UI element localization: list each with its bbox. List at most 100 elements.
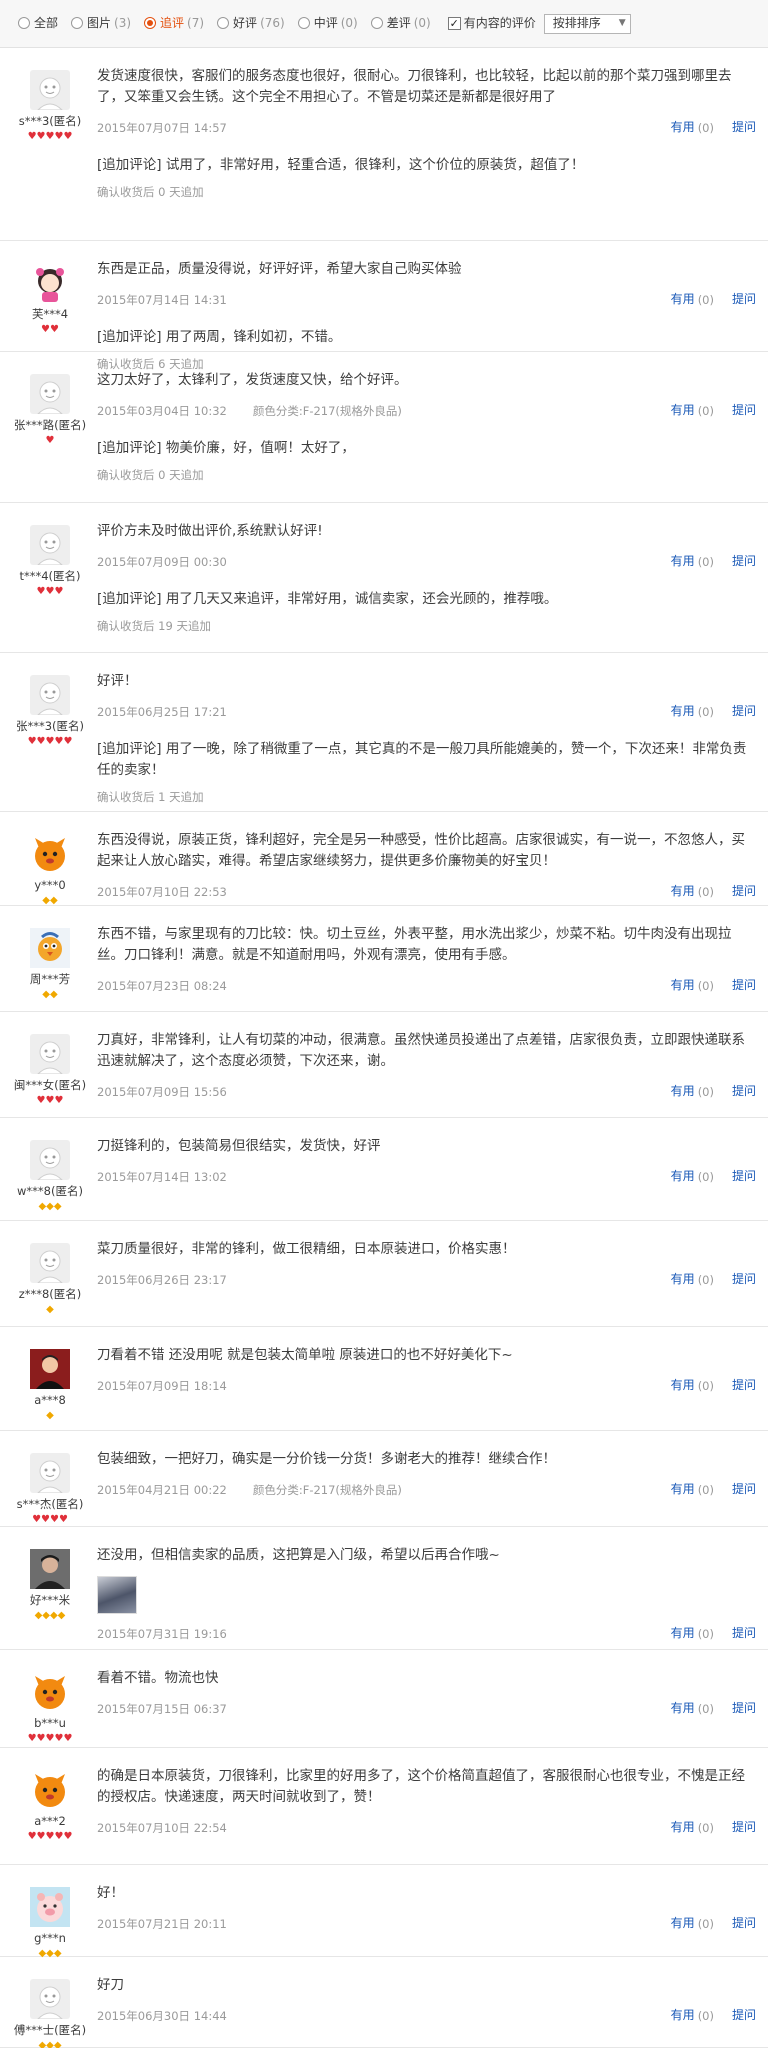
reviewer-name[interactable]: s***3(匿名) (0, 113, 100, 130)
avatar[interactable] (30, 1453, 70, 1494)
ask-question-link[interactable]: 提问 (732, 1481, 756, 1498)
filter-neutral[interactable]: 中评 (0) (297, 15, 358, 32)
useful-link[interactable]: 有用 (671, 1700, 695, 1717)
review-meta: 2015年07月23日 08:24 有用 (0) 提问 (97, 977, 756, 995)
radio-icon[interactable] (217, 17, 230, 30)
reviewer-name[interactable]: 张***3(匿名) (0, 718, 100, 735)
ask-question-link[interactable]: 提问 (732, 402, 756, 419)
reviewer-name[interactable]: w***8(匿名) (0, 1183, 100, 1200)
review-item: b***u ♥♥♥♥♥ 看着不错。物流也快 2015年07月15日 06:37 有用 (0… (0, 1650, 768, 1748)
review-photo-thumbnail[interactable] (97, 1576, 137, 1614)
avatar[interactable] (30, 834, 70, 874)
useful-link[interactable]: 有用 (671, 1271, 695, 1288)
useful-link[interactable]: 有用 (671, 2007, 695, 2024)
avatar[interactable] (30, 1979, 70, 2020)
useful-link[interactable]: 有用 (671, 1481, 695, 1498)
product-sku: 颜色分类:F-217(规格外良品) (252, 403, 402, 418)
avatar[interactable] (30, 374, 70, 415)
ask-question-link[interactable]: 提问 (732, 1377, 756, 1394)
reviewer-name[interactable]: b***u (0, 1715, 100, 1732)
filter-negative[interactable]: 差评 (0) (370, 15, 431, 32)
avatar[interactable] (30, 928, 70, 968)
ask-question-link[interactable]: 提问 (732, 977, 756, 994)
ask-question-link[interactable]: 提问 (732, 883, 756, 900)
filter-positive[interactable]: 好评 (76) (217, 15, 285, 32)
ask-question-link[interactable]: 提问 (732, 703, 756, 720)
filter-all[interactable]: 全部 (18, 15, 58, 32)
avatar[interactable] (30, 1243, 70, 1284)
review-date: 2015年07月09日 15:56 (97, 1084, 227, 1099)
useful-link[interactable]: 有用 (671, 553, 695, 570)
avatar[interactable] (30, 1349, 70, 1389)
reviewer-name[interactable]: g***n (0, 1930, 100, 1947)
radio-icon[interactable] (297, 17, 310, 30)
useful-link[interactable]: 有用 (671, 1083, 695, 1100)
useful-link[interactable]: 有用 (671, 402, 695, 419)
avatar[interactable] (30, 1549, 70, 1589)
reviewer-name[interactable]: a***8 (0, 1392, 100, 1409)
review-item: g***n ◆◆◆ 好！ 2015年07月21日 20:11 有用 (0) 提问 (0, 1865, 768, 1959)
ask-question-link[interactable]: 提问 (732, 1700, 756, 1717)
useful-link[interactable]: 有用 (671, 977, 695, 994)
useful-link[interactable]: 有用 (671, 119, 695, 136)
sort-select[interactable]: 按排排序 ▼ (543, 13, 631, 34)
useful-link[interactable]: 有用 (671, 1625, 695, 1642)
avatar[interactable] (30, 263, 70, 303)
filter-count: (76) (260, 15, 285, 30)
reviewer-name[interactable]: 周***芳 (0, 971, 100, 988)
has-content-checkbox[interactable]: ✓ 有内容的评价 (447, 15, 536, 32)
ask-question-link[interactable]: 提问 (732, 1271, 756, 1288)
reviewer-name[interactable]: 闽***女(匿名) (0, 1077, 100, 1094)
radio-icon[interactable] (71, 17, 84, 30)
reviewer-name[interactable]: 傅***士(匿名) (0, 2022, 100, 2039)
reviewer-name[interactable]: 好***米 (0, 1592, 100, 1609)
reviewer-name[interactable]: t***4(匿名) (0, 568, 100, 585)
avatar[interactable] (30, 1887, 70, 1927)
ask-question-link[interactable]: 提问 (732, 1819, 756, 1836)
ask-question-link[interactable]: 提问 (732, 291, 756, 308)
avatar[interactable] (30, 525, 70, 566)
review-item: 张***路(匿名) ♥ 这刀太好了，太锋利了，发货速度又快，给个好评。 2015年03… (0, 352, 768, 503)
radio-icon[interactable] (370, 17, 383, 30)
reviewer-name[interactable]: z***8(匿名) (0, 1286, 100, 1303)
radio-icon[interactable] (144, 17, 157, 30)
reviewer-info: s***杰(匿名) ♥♥♥♥ (0, 1453, 100, 1526)
filter-count: (3) (114, 15, 132, 30)
useful-count: (0) (697, 554, 714, 569)
useful-count: (0) (697, 978, 714, 993)
ask-question-link[interactable]: 提问 (732, 553, 756, 570)
useful-link[interactable]: 有用 (671, 1915, 695, 1932)
reviewer-name[interactable]: a***2 (0, 1813, 100, 1830)
checkmark-icon[interactable]: ✓ (447, 16, 461, 30)
avatar[interactable] (30, 675, 70, 716)
ask-question-link[interactable]: 提问 (732, 2007, 756, 2024)
reviewer-name[interactable]: 芙***4 (0, 306, 100, 323)
useful-link[interactable]: 有用 (671, 883, 695, 900)
review-body: 刀真好，非常锋利，让人有切菜的冲动，很满意。虽然快递员投递出了点差错，店家很负责… (97, 1030, 756, 1101)
radio-icon[interactable] (18, 17, 30, 30)
useful-count: (0) (697, 1916, 714, 1931)
reviewer-name[interactable]: y***0 (0, 877, 100, 894)
avatar[interactable] (30, 1770, 70, 1810)
ask-question-link[interactable]: 提问 (732, 1083, 756, 1100)
ask-question-link[interactable]: 提问 (732, 1915, 756, 1932)
useful-link[interactable]: 有用 (671, 1377, 695, 1394)
avatar[interactable] (30, 70, 70, 111)
review-content: 这刀太好了，太锋利了，发货速度又快，给个好评。 (97, 372, 408, 388)
filter-pictures[interactable]: 图片 (3) (71, 15, 131, 32)
avatar[interactable] (30, 1672, 70, 1712)
avatar[interactable] (30, 1140, 70, 1181)
useful-link[interactable]: 有用 (671, 1819, 695, 1836)
useful-link[interactable]: 有用 (671, 1168, 695, 1185)
filter-append-reviews[interactable]: 追评 (7) (144, 15, 204, 32)
review-body: 包装细致，一把好刀，确实是一分价钱一分货！多谢老大的推荐！继续合作！ 2015年0… (97, 1449, 756, 1499)
useful-link[interactable]: 有用 (671, 291, 695, 308)
useful-link[interactable]: 有用 (671, 703, 695, 720)
ask-question-link[interactable]: 提问 (732, 1625, 756, 1642)
append-note: 确认收货后 0 天追加 (97, 185, 204, 199)
reviewer-name[interactable]: 张***路(匿名) (0, 417, 100, 434)
ask-question-link[interactable]: 提问 (732, 119, 756, 136)
ask-question-link[interactable]: 提问 (732, 1168, 756, 1185)
avatar[interactable] (30, 1034, 70, 1075)
reviewer-name[interactable]: s***杰(匿名) (0, 1496, 100, 1513)
